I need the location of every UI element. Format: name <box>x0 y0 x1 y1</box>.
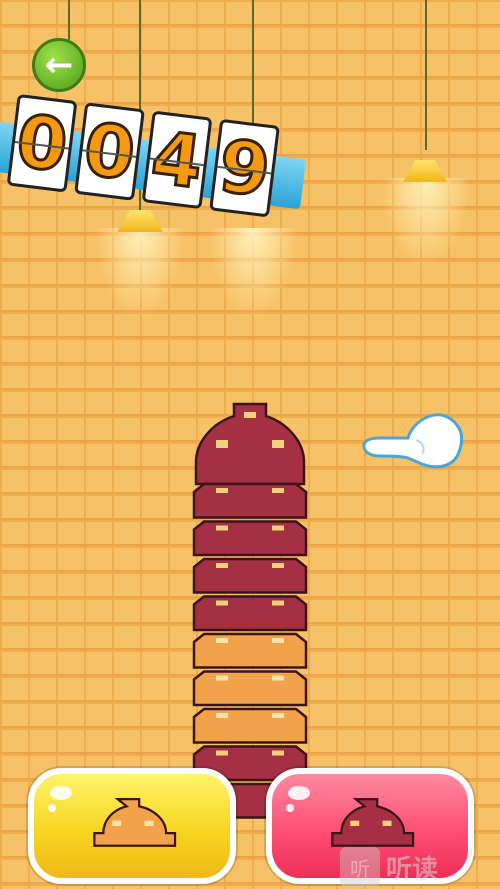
score-digit: 0 <box>6 93 78 193</box>
score-digit: 4 <box>141 110 213 210</box>
score-digit: 9 <box>209 118 280 218</box>
score-counter: 0 0 4 9 <box>0 92 310 259</box>
lamp-wire <box>425 0 427 150</box>
tower-block-maroon <box>192 520 308 557</box>
tower-block-orange <box>192 670 308 707</box>
watermark: 听 听读 <box>340 845 500 889</box>
tower-block-maroon <box>192 595 308 632</box>
place-orange-block-button[interactable] <box>28 768 236 884</box>
tower-block-orange <box>192 707 308 744</box>
lamp-glow <box>381 178 471 268</box>
score-digit: 0 <box>74 102 145 201</box>
pointing-hand-icon <box>362 413 464 469</box>
watermark-text: 听读 <box>386 854 439 885</box>
lamp-wire <box>68 0 70 40</box>
watermark-badge: 听 <box>340 847 380 887</box>
tower-dome <box>194 402 306 486</box>
back-button[interactable]: ← <box>32 38 86 92</box>
back-arrow-icon: ← <box>44 45 74 85</box>
lamp-wire <box>252 0 254 130</box>
tower-block-orange <box>192 632 308 669</box>
orange-block-icon <box>93 797 177 847</box>
tower-block-maroon <box>192 482 308 519</box>
ceiling-lamp <box>403 160 447 182</box>
tower-block-maroon <box>192 557 308 594</box>
